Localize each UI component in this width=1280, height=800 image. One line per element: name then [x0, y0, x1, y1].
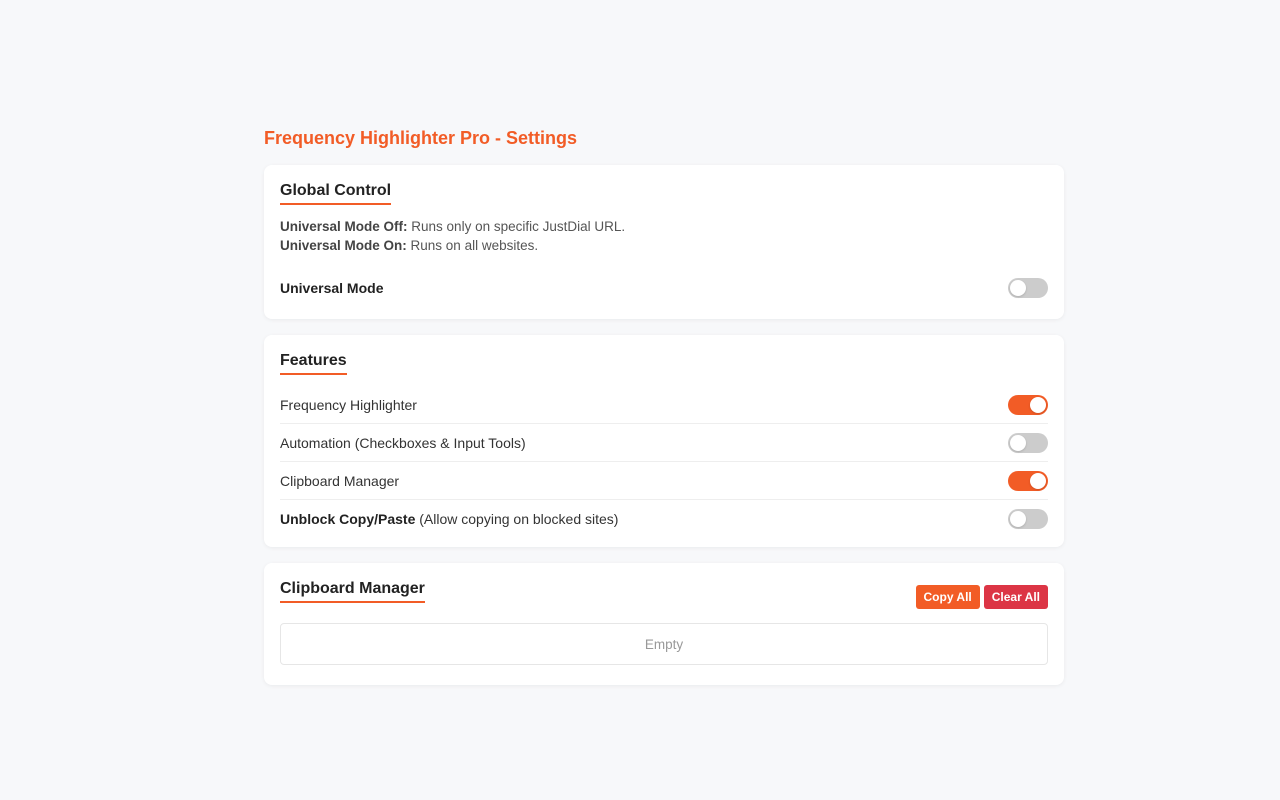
feature-label: Frequency Highlighter — [280, 396, 417, 413]
feature-label: Unblock Copy/Paste (Allow copying on blo… — [280, 511, 618, 527]
universal-mode-off-line: Universal Mode Off: Runs only on specifi… — [280, 217, 1048, 236]
clipboard-list: Empty — [280, 623, 1048, 665]
feature-label-detail: (Allow copying on blocked sites) — [415, 510, 619, 527]
universal-mode-toggle[interactable] — [1008, 278, 1048, 298]
frequency-highlighter-toggle[interactable] — [1008, 394, 1048, 415]
clipboard-manager-header: Clipboard Manager Copy All Clear All — [280, 579, 1048, 609]
page-title: Frequency Highlighter Pro - Settings — [264, 128, 578, 148]
copy-all-button[interactable]: Copy All — [915, 585, 980, 609]
toggle-knob — [1010, 434, 1026, 451]
global-control-title: Global Control — [280, 181, 392, 205]
feature-row-automation: Automation (Checkboxes & Input Tools) — [280, 424, 1048, 462]
feature-label: Clipboard Manager — [280, 472, 400, 489]
automation-toggle[interactable] — [1008, 432, 1048, 453]
feature-row-unblock-copy-paste: Unblock Copy/Paste (Allow copying on blo… — [280, 500, 1048, 537]
universal-mode-on-line: Universal Mode On: Runs on all websites. — [280, 236, 1048, 255]
feature-list: Frequency Highlighter Automation (Checkb… — [280, 386, 1048, 537]
unblock-copy-paste-toggle[interactable] — [1008, 508, 1048, 529]
settings-page: Frequency Highlighter Pro - Settings Glo… — [264, 126, 1064, 701]
feature-row-clipboard-manager: Clipboard Manager — [280, 462, 1048, 500]
clear-all-button[interactable]: Clear All — [983, 585, 1048, 609]
feature-row-frequency-highlighter: Frequency Highlighter — [280, 386, 1048, 424]
clipboard-manager-toggle[interactable] — [1008, 470, 1048, 491]
clipboard-manager-title: Clipboard Manager — [280, 579, 425, 603]
universal-mode-off-text: Runs only on specific JustDial URL. — [407, 219, 626, 234]
feature-label-bold: Unblock Copy/Paste — [280, 510, 416, 527]
toggle-knob — [1030, 396, 1046, 413]
global-control-card: Global Control Universal Mode Off: Runs … — [264, 165, 1064, 319]
universal-mode-row: Universal Mode — [280, 278, 1048, 298]
universal-mode-description: Universal Mode Off: Runs only on specifi… — [280, 217, 1048, 255]
feature-label: Automation (Checkboxes & Input Tools) — [280, 434, 526, 451]
toggle-knob — [1030, 472, 1046, 489]
empty-state-text: Empty — [644, 636, 684, 652]
clipboard-manager-card: Clipboard Manager Copy All Clear All Emp… — [264, 563, 1064, 685]
toggle-knob — [1010, 510, 1026, 527]
clipboard-actions: Copy All Clear All — [915, 585, 1048, 609]
toggle-knob — [1010, 280, 1026, 296]
features-card: Features Frequency Highlighter Automatio… — [264, 335, 1064, 547]
universal-mode-off-label: Universal Mode Off: — [280, 219, 408, 234]
universal-mode-label: Universal Mode — [280, 280, 384, 296]
universal-mode-on-label: Universal Mode On: — [280, 238, 407, 253]
universal-mode-on-text: Runs on all websites. — [406, 238, 539, 253]
features-title: Features — [280, 351, 347, 375]
